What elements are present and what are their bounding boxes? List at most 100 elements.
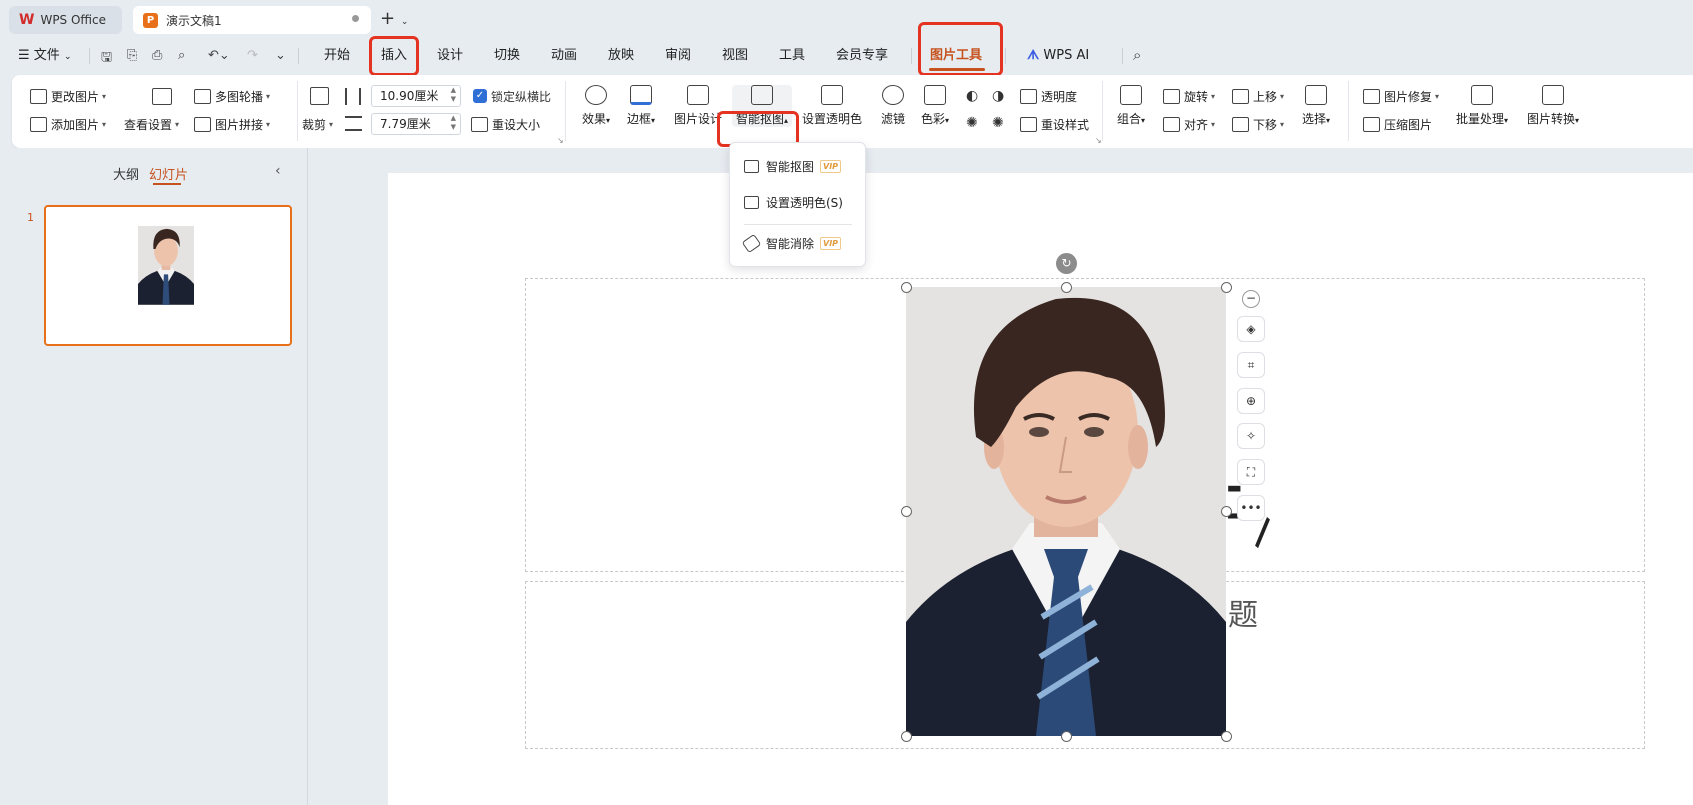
export-icon[interactable]: ⎘ [127, 48, 137, 63]
tab-design[interactable]: 设计 [437, 40, 463, 72]
slide-number: 1 [27, 211, 34, 224]
width-spinner-icon[interactable]: ▲ ▼ [451, 86, 456, 104]
picture-repair-label: 图片修复 [1384, 90, 1433, 104]
view-settings-button[interactable]: 查看设置 ▾ [124, 116, 179, 133]
more-icon[interactable]: ••• [1237, 495, 1265, 521]
menu-item-smart-cutout[interactable]: 智能抠图 VIP [744, 158, 842, 175]
file-menu[interactable]: ☰ 文件 ⌄ [18, 40, 72, 72]
add-picture-button[interactable]: 添加图片 ▾ [30, 116, 106, 133]
search-icon[interactable]: ⌕ [1133, 46, 1141, 64]
fit-icon[interactable]: ⛶ [1237, 459, 1265, 485]
view-settings-icon-button[interactable] [144, 88, 176, 105]
tab-outline[interactable]: 大纲 [113, 164, 139, 183]
move-up-label: 上移 [1253, 90, 1278, 104]
print-icon[interactable]: ⎙ [152, 48, 162, 63]
magic-tool-icon[interactable]: ✧ [1237, 423, 1265, 449]
tab-home[interactable]: 开始 [324, 40, 350, 72]
crop-button[interactable]: 裁剪 ▾ [302, 116, 333, 133]
align-button[interactable]: 对齐 ▾ [1163, 116, 1215, 133]
compress-picture-button[interactable]: 压缩图片 [1363, 116, 1432, 133]
resize-handle-top[interactable] [1061, 282, 1072, 293]
height-input[interactable]: 7.79厘米 ▲ ▼ [371, 113, 461, 135]
width-input[interactable]: 10.90厘米 ▲ ▼ [371, 85, 461, 107]
tab-animation[interactable]: 动画 [551, 40, 577, 72]
print-preview-icon[interactable]: ⌕ [178, 48, 185, 63]
view-settings-label: 查看设置 [124, 118, 173, 132]
picture-collage-label: 图片拼接 [215, 118, 264, 132]
tab-member[interactable]: 会员专享 [836, 40, 888, 72]
filter-button[interactable]: 滤镜 [881, 85, 905, 127]
zoom-in-icon[interactable]: ⊕ [1237, 388, 1265, 414]
unsaved-dot-icon[interactable] [352, 15, 359, 22]
border-button[interactable]: 边框▾ [627, 85, 655, 127]
brightness-icon[interactable]: ◐ [966, 88, 978, 104]
move-down-button[interactable]: 下移 ▾ [1232, 116, 1284, 133]
reset-style-button[interactable]: 重设样式 [1020, 116, 1089, 133]
tab-document[interactable]: P 演示文稿1 [133, 6, 371, 34]
rotate-button[interactable]: 旋转 ▾ [1163, 88, 1215, 105]
dialog-launcher-icon[interactable]: ↘ [1095, 136, 1102, 145]
resize-handle-top-left[interactable] [901, 282, 912, 293]
resize-handle-bottom[interactable] [1061, 731, 1072, 742]
resize-handle-bottom-left[interactable] [901, 731, 912, 742]
picture-convert-button[interactable]: 图片转换▾ [1527, 85, 1579, 127]
width-value: 10.90厘米 [380, 89, 439, 103]
wps-ai-button[interactable]: ᗑ WPS AI [1027, 40, 1089, 72]
height-spinner-icon[interactable]: ▲ ▼ [451, 114, 456, 132]
tab-view[interactable]: 视图 [722, 40, 748, 72]
tab-slides[interactable]: 幻灯片 [149, 164, 188, 183]
selected-picture[interactable] [906, 287, 1226, 736]
select-button[interactable]: 选择▾ [1302, 85, 1330, 127]
resize-handle-top-right[interactable] [1221, 282, 1232, 293]
multi-carousel-button[interactable]: 多图轮播 ▾ [194, 88, 270, 105]
increase-brightness-icon[interactable]: ✺ [966, 115, 978, 131]
color-button[interactable]: 色彩▾ [921, 85, 949, 127]
change-picture-button[interactable]: 更改图片 ▾ [30, 88, 106, 105]
undo-icon[interactable]: ↶⌄ [208, 48, 230, 63]
transparency-button[interactable]: 透明度 [1020, 88, 1077, 105]
tab-tools[interactable]: 工具 [779, 40, 805, 72]
set-transparent-button[interactable]: 设置透明色 [802, 85, 862, 127]
save-icon[interactable]: 🖫 [101, 48, 112, 70]
tab-transition[interactable]: 切换 [494, 40, 520, 72]
contrast-icon[interactable]: ◑ [992, 88, 1004, 104]
picture-repair-button[interactable]: 图片修复 ▾ [1363, 88, 1439, 105]
tab-slideshow[interactable]: 放映 [608, 40, 634, 72]
collapse-panel-icon[interactable]: ‹ [275, 163, 281, 179]
reset-size-button[interactable]: 重设大小 [471, 116, 540, 133]
rotate-handle-icon[interactable]: ↻ [1056, 253, 1077, 274]
menu-item-label: 智能抠图 [766, 160, 815, 174]
title-bar: W WPS Office P 演示文稿1 + ⌄ [0, 0, 1693, 40]
tab-review[interactable]: 审阅 [665, 40, 691, 72]
presentation-icon: P [143, 12, 158, 28]
vip-badge: VIP [820, 237, 842, 250]
set-transparent-label: 设置透明色 [802, 112, 863, 126]
crop-icon-button[interactable] [310, 87, 333, 105]
more-chevron-icon[interactable]: ⌄ [275, 48, 286, 63]
resize-handle-right[interactable] [1221, 506, 1232, 517]
menu-divider [744, 224, 852, 225]
resize-handle-left[interactable] [901, 506, 912, 517]
lock-ratio-checkbox[interactable]: ✓ [473, 89, 487, 103]
tab-wps-office[interactable]: W WPS Office [9, 6, 122, 34]
picture-collage-button[interactable]: 图片拼接 ▾ [194, 116, 270, 133]
collapse-tools-icon[interactable]: − [1242, 290, 1260, 308]
redo-icon[interactable]: ↷ [247, 48, 258, 63]
picture-design-button[interactable]: 图片设计 [674, 85, 722, 127]
dialog-launcher-icon[interactable]: ↘ [557, 136, 564, 145]
new-tab-button[interactable]: + ⌄ [380, 8, 408, 29]
slide-thumbnail[interactable] [44, 205, 292, 346]
effects-button[interactable]: 效果▾ [582, 85, 610, 127]
menu-item-set-transparent[interactable]: 设置透明色(S) [744, 194, 843, 211]
crop-tool-icon[interactable]: ⌗ [1237, 352, 1265, 378]
group-button[interactable]: 组合▾ [1117, 85, 1145, 127]
batch-process-button[interactable]: 批量处理▾ [1456, 85, 1508, 127]
move-up-button[interactable]: 上移 ▾ [1232, 88, 1284, 105]
layers-icon[interactable]: ◈ [1237, 316, 1265, 342]
batch-process-label: 批量处理 [1456, 112, 1505, 126]
reset-style-icon [1020, 117, 1037, 132]
decrease-brightness-icon[interactable]: ✺ [992, 115, 1004, 131]
menu-item-smart-erase[interactable]: 智能消除 VIP [741, 233, 842, 254]
resize-handle-bottom-right[interactable] [1221, 731, 1232, 742]
subtitle-text: 题 [1228, 598, 1258, 633]
